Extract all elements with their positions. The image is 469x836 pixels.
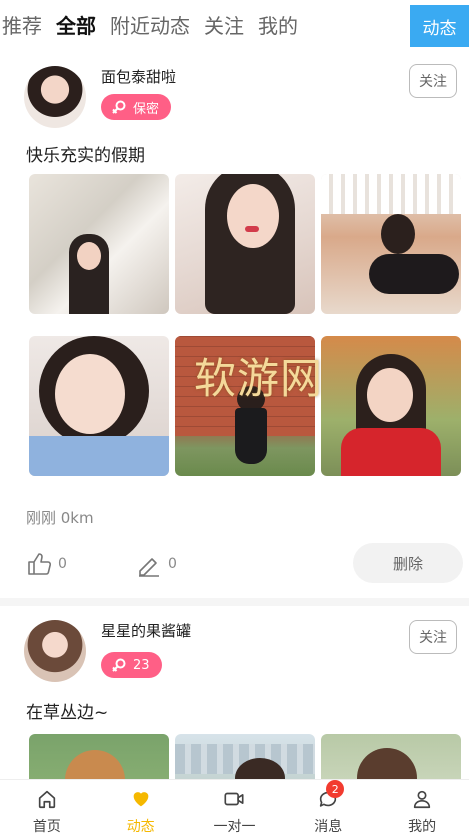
like-count: 0 bbox=[58, 556, 67, 572]
comment-button[interactable]: 0 bbox=[136, 551, 177, 577]
nav-one-on-one[interactable]: 一对一 bbox=[188, 780, 282, 836]
thumbs-up-icon bbox=[28, 553, 52, 575]
post-text: 快乐充实的假期 bbox=[26, 146, 145, 166]
post-username[interactable]: 星星的果酱罐 bbox=[101, 620, 191, 641]
heart-icon bbox=[133, 792, 149, 807]
gender-age-badge: 23 bbox=[101, 652, 162, 678]
nav-label: 消息 bbox=[314, 819, 343, 835]
post-time-distance: 刚刚 0km bbox=[26, 509, 94, 527]
nav-messages[interactable]: 2 消息 bbox=[281, 780, 375, 836]
like-button[interactable]: 0 bbox=[26, 551, 67, 577]
home-icon bbox=[38, 790, 56, 809]
avatar[interactable] bbox=[24, 66, 86, 128]
tab-recommend[interactable]: 推荐 bbox=[2, 12, 42, 40]
female-icon bbox=[112, 658, 126, 672]
nav-label: 首页 bbox=[32, 819, 61, 835]
post-card: 面包泰甜啦 保密 关注 快乐充实的假期 刚刚 0km 0 0 删除 bbox=[0, 52, 469, 620]
badge-label: 保密 bbox=[133, 101, 160, 117]
feed-tabs: 推荐 全部 附近动态 关注 我的 bbox=[2, 12, 298, 40]
tab-following[interactable]: 关注 bbox=[204, 12, 244, 40]
post-photo[interactable] bbox=[29, 734, 169, 779]
badge-label: 23 bbox=[133, 657, 150, 673]
watermark: 软游网 bbox=[194, 354, 324, 403]
tab-mine[interactable]: 我的 bbox=[258, 12, 298, 40]
pencil-icon bbox=[139, 558, 159, 577]
nav-label: 一对一 bbox=[213, 819, 256, 835]
unread-badge: 2 bbox=[326, 780, 345, 798]
video-camera-icon bbox=[224, 792, 245, 806]
post-card: 星星的果酱罐 23 关注 在草丛边~ bbox=[0, 606, 469, 779]
post-photo[interactable] bbox=[321, 174, 461, 314]
follow-button[interactable]: 关注 bbox=[409, 64, 457, 98]
post-photo[interactable] bbox=[321, 734, 461, 779]
top-bar: 推荐 全部 附近动态 关注 我的 动态 bbox=[0, 0, 469, 52]
comment-count: 0 bbox=[168, 556, 177, 572]
nav-label: 动态 bbox=[126, 819, 155, 835]
post-photo[interactable] bbox=[175, 174, 315, 314]
post-photo[interactable] bbox=[175, 734, 315, 779]
nav-label: 我的 bbox=[408, 819, 437, 835]
feed[interactable]: 面包泰甜啦 保密 关注 快乐充实的假期 刚刚 0km 0 0 删除 星星的果酱罐… bbox=[0, 52, 469, 779]
delete-button[interactable]: 删除 bbox=[353, 543, 463, 583]
post-photo[interactable] bbox=[321, 336, 461, 476]
tab-all[interactable]: 全部 bbox=[56, 12, 96, 40]
post-username[interactable]: 面包泰甜啦 bbox=[101, 66, 176, 87]
bottom-nav: 首页 动态 一对一 2 消息 我的 bbox=[0, 779, 469, 836]
nav-moments[interactable]: 动态 bbox=[94, 780, 188, 836]
post-photo[interactable] bbox=[29, 336, 169, 476]
user-icon bbox=[413, 790, 431, 809]
post-text: 在草丛边~ bbox=[26, 703, 109, 723]
female-icon bbox=[112, 100, 126, 114]
tab-nearby[interactable]: 附近动态 bbox=[110, 12, 190, 40]
nav-home[interactable]: 首页 bbox=[0, 780, 94, 836]
nav-profile[interactable]: 我的 bbox=[375, 780, 469, 836]
follow-button[interactable]: 关注 bbox=[409, 620, 457, 654]
post-separator bbox=[0, 598, 469, 606]
gender-age-badge: 保密 bbox=[101, 94, 172, 120]
post-moment-button[interactable]: 动态 bbox=[410, 5, 469, 47]
post-photo[interactable] bbox=[29, 174, 169, 314]
avatar[interactable] bbox=[24, 620, 86, 682]
